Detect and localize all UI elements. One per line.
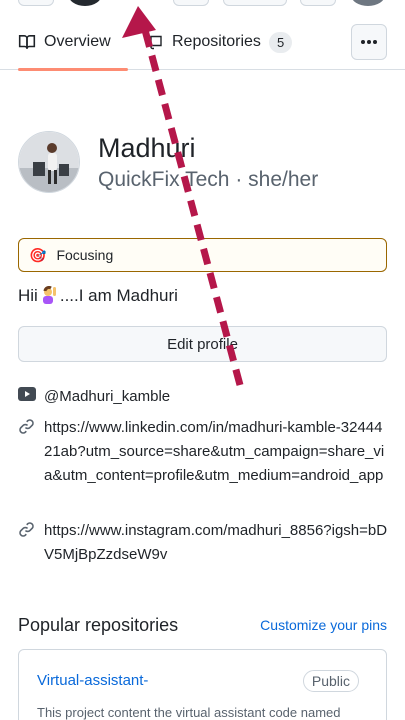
link-icon xyxy=(19,419,34,434)
bio-prefix: Hii xyxy=(18,286,38,305)
profile-name: Madhuri xyxy=(98,133,196,163)
repo-icon xyxy=(150,35,162,50)
linkedin-link-row[interactable]: https://www.linkedin.com/in/madhuri-kamb… xyxy=(18,416,388,488)
kebab-icon xyxy=(361,40,377,44)
repo-card[interactable]: Virtual-assistant- Public This project c… xyxy=(18,649,387,720)
profile-pronouns: she/her xyxy=(248,168,319,191)
person-raising-hand-emoji-icon xyxy=(42,286,56,304)
tab-repositories-label: Repositories xyxy=(172,33,261,50)
tab-overview[interactable]: Overview xyxy=(18,14,128,71)
search-button[interactable] xyxy=(173,0,209,6)
bio-suffix: ....I am Madhuri xyxy=(59,286,178,305)
active-tab-indicator xyxy=(18,68,128,71)
instagram-link-row[interactable]: https://www.instagram.com/madhuri_8856?i… xyxy=(18,519,388,567)
separator-dot: · xyxy=(235,168,249,191)
repo-name-link[interactable]: Virtual-assistant- xyxy=(37,672,148,689)
top-app-bar xyxy=(0,0,405,8)
instagram-url[interactable]: https://www.instagram.com/madhuri_8856?i… xyxy=(44,519,388,567)
customize-pins-link[interactable]: Customize your pins xyxy=(260,617,387,633)
linkedin-url[interactable]: https://www.linkedin.com/in/madhuri-kamb… xyxy=(44,416,388,488)
tab-overview-label: Overview xyxy=(44,33,111,50)
link-icon xyxy=(19,522,34,537)
youtube-icon xyxy=(18,387,36,401)
repo-description: This project content the virtual assista… xyxy=(37,705,341,720)
status-text: Focusing xyxy=(56,247,114,263)
profile-subline: QuickFix Tech · she/her xyxy=(98,168,318,192)
profile-company: QuickFix Tech xyxy=(98,168,230,191)
popular-repositories-heading: Popular repositories xyxy=(18,615,179,635)
edit-profile-button[interactable]: Edit profile xyxy=(18,326,387,362)
tab-repositories[interactable]: Repositories 5 xyxy=(148,14,293,70)
profile-bio: Hii ....I am Madhuri xyxy=(18,286,178,306)
profile-tab-bar: Overview Repositories 5 xyxy=(0,14,405,71)
repositories-count-badge: 5 xyxy=(268,31,293,53)
youtube-link-row[interactable]: @Madhuri_kamble xyxy=(18,385,388,409)
status-badge[interactable]: 🎯 Focusing xyxy=(18,238,387,272)
github-logo-icon[interactable] xyxy=(68,0,102,6)
back-button[interactable] xyxy=(18,0,54,6)
notifications-button[interactable] xyxy=(300,0,336,6)
youtube-handle[interactable]: @Madhuri_kamble xyxy=(44,385,170,409)
book-icon xyxy=(18,35,36,49)
target-emoji-icon: 🎯 xyxy=(29,246,47,263)
more-options-button[interactable] xyxy=(351,24,387,60)
profile-avatar[interactable] xyxy=(18,131,80,193)
user-avatar-small[interactable] xyxy=(351,0,385,6)
visibility-badge: Public xyxy=(302,670,359,692)
create-button[interactable] xyxy=(223,0,287,6)
